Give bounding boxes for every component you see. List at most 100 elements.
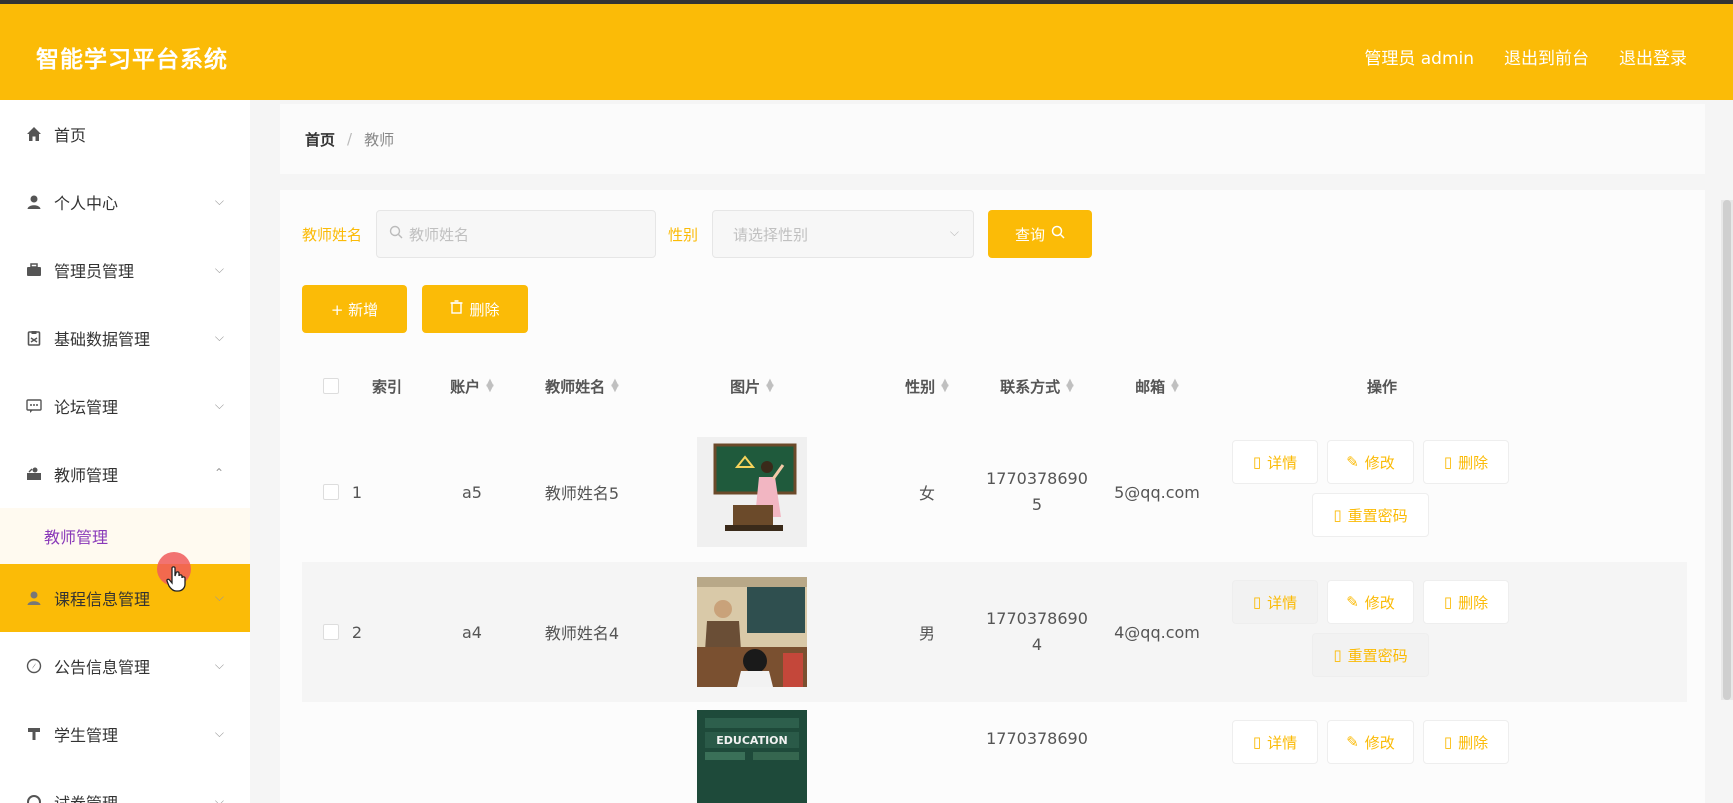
edit-label: 修改 [1364,453,1395,472]
header-photo[interactable]: 图片 [730,376,760,397]
sort-icon[interactable]: ▲ ▼ [611,378,619,394]
sidebar-item-basic-data[interactable]: 基础数据管理 ⌵ [0,304,250,372]
pencil-icon: ✎ [1346,593,1359,611]
select-all-checkbox[interactable] [323,378,339,394]
chevron-down-icon: ⌵ [214,262,224,276]
teacher-icon [24,464,44,484]
delete-label: 删除 [1458,593,1489,612]
app-title: 智能学习平台系统 [36,47,228,73]
breadcrumb-current: 教师 [364,130,395,149]
document-icon: ▯ [1333,506,1342,524]
detail-button[interactable]: ▯ 详情 [1232,580,1318,624]
edit-label: 修改 [1364,733,1395,752]
chevron-up-icon: ⌃ [213,466,224,480]
header-phone[interactable]: 联系方式 [1000,376,1060,397]
reset-label: 重置密码 [1347,646,1408,665]
teacher-table: 索引 账户 ▲ ▼ 教师姓名 ▲ ▼ 图片 ▲ ▼ 性别 ▲ ▼ 联系方式 ▲ ▼ 邮箱 ▲ ▼ 操作 … [302,350,1687,803]
trash-icon: ▯ [1443,593,1453,611]
cell-phone-line1: 1770378690 [986,728,1088,748]
query-button-label: 查询 [1015,225,1046,244]
sidebar-item-teacher-management[interactable]: 教师管理 ⌃ [0,440,250,508]
chevron-down-icon: ⌵ [214,194,224,208]
teacher-name-input[interactable]: 教师姓名 [376,210,657,258]
podium-icon [24,724,44,744]
submenu-item-teacher-management[interactable]: 教师管理 [0,508,250,564]
edit-button[interactable]: ✎ 修改 [1327,580,1414,624]
sort-icon[interactable]: ▲ ▼ [941,378,949,394]
reset-password-button[interactable]: ▯ 重置密码 [1312,493,1429,537]
detail-label: 详情 [1267,593,1298,612]
reset-password-button[interactable]: ▯ 重置密码 [1312,633,1429,677]
cell-name: 教师姓名4 [544,624,620,643]
delete-button[interactable]: 删除 [422,285,528,333]
header-email[interactable]: 邮箱 [1135,376,1165,397]
sidebar-item-personal-center[interactable]: 个人中心 ⌵ [0,168,250,236]
sort-icon[interactable]: ▲ ▼ [1171,378,1179,394]
sidebar-item-students[interactable]: 学生管理 ⌵ [0,700,250,768]
sidebar-item-label: 课程信息管理 [54,590,151,609]
edit-button[interactable]: ✎ 修改 [1327,720,1414,764]
edit-label: 修改 [1364,593,1395,612]
sort-icon[interactable]: ▲ ▼ [766,378,774,394]
table-header: 索引 账户 ▲ ▼ 教师姓名 ▲ ▼ 图片 ▲ ▼ 性别 ▲ ▼ 联系方式 ▲ ▼ 邮箱 ▲ ▼ 操作 [302,350,1687,422]
sort-icon[interactable]: ▲ ▼ [1066,378,1074,394]
search-icon [389,225,403,243]
add-button[interactable]: + 新增 [302,285,407,333]
sidebar-item-forum[interactable]: 论坛管理 ⌵ [0,372,250,440]
cell-phone-line2: 5 [1031,495,1043,514]
cell-phone-line1: 1770378690 [986,469,1088,488]
sidebar-item-label: 首页 [54,126,87,145]
document-icon: ▯ [1252,453,1262,471]
breadcrumb-home[interactable]: 首页 [305,129,335,150]
gender-select[interactable]: 请选择性别 ⌵ [712,210,975,258]
edit-button[interactable]: ✎ 修改 [1327,440,1414,484]
table-row: EDUCATION 1770378690 ▯ 详情 ✎ 修改 ▯ 删除 [302,702,1687,803]
chat-icon [24,396,44,416]
admin-user-link[interactable]: 管理员 admin [1364,44,1474,69]
row-delete-button[interactable]: ▯ 删除 [1423,580,1509,624]
header-ops: 操作 [1366,377,1397,396]
teacher-photo[interactable] [697,577,807,687]
cell-gender: 男 [918,624,935,643]
sidebar-item-label: 公告信息管理 [54,658,151,677]
sidebar-item-exams[interactable]: 试卷管理 ⌵ [0,768,250,803]
delete-label: 删除 [1458,733,1489,752]
gender-label: 性别 [668,225,699,244]
gender-placeholder: 请选择性别 [733,225,809,244]
delete-label: 删除 [1458,453,1489,472]
pencil-icon: ✎ [1346,453,1359,471]
scrollbar-thumb[interactable] [1723,200,1731,700]
compass-icon [24,656,44,676]
teacher-photo[interactable]: EDUCATION [697,710,807,803]
sidebar-item-admin-management[interactable]: 管理员管理 ⌵ [0,236,250,304]
sidebar-item-course-info[interactable]: 课程信息管理 ⌵ [0,564,250,632]
trash-icon: ▯ [1443,453,1453,471]
header-name[interactable]: 教师姓名 [545,376,605,397]
teacher-photo[interactable] [697,437,807,547]
sort-icon[interactable]: ▲ ▼ [486,378,494,394]
logout-link[interactable]: 退出登录 [1619,44,1687,69]
cell-email: 4@qq.com [1114,622,1200,642]
page-scrollbar[interactable] [1721,200,1733,700]
sidebar-item-label: 教师管理 [54,466,119,485]
header-account[interactable]: 账户 [450,376,480,397]
sidebar-item-label: 论坛管理 [54,398,119,417]
cell-name: 教师姓名5 [544,484,620,503]
detail-button[interactable]: ▯ 详情 [1232,440,1318,484]
sidebar-item-home[interactable]: 首页 [0,100,250,168]
top-links: 管理员 admin 退出到前台 退出登录 [1364,44,1687,69]
cell-account: a4 [462,622,482,642]
cell-email: 5@qq.com [1114,482,1200,502]
detail-button[interactable]: ▯ 详情 [1232,720,1318,764]
cell-phone-line1: 1770378690 [986,609,1088,628]
exit-to-front-link[interactable]: 退出到前台 [1504,44,1589,69]
query-button[interactable]: 查询 [988,210,1093,258]
header-gender[interactable]: 性别 [905,376,935,397]
trash-icon: ▯ [1443,733,1453,751]
row-delete-button[interactable]: ▯ 删除 [1423,720,1509,764]
chevron-down-icon: ⌵ [214,398,224,412]
detail-label: 详情 [1267,453,1298,472]
row-delete-button[interactable]: ▯ 删除 [1423,440,1509,484]
sidebar-item-announcements[interactable]: 公告信息管理 ⌵ [0,632,250,700]
sidebar-item-label: 个人中心 [54,194,119,213]
